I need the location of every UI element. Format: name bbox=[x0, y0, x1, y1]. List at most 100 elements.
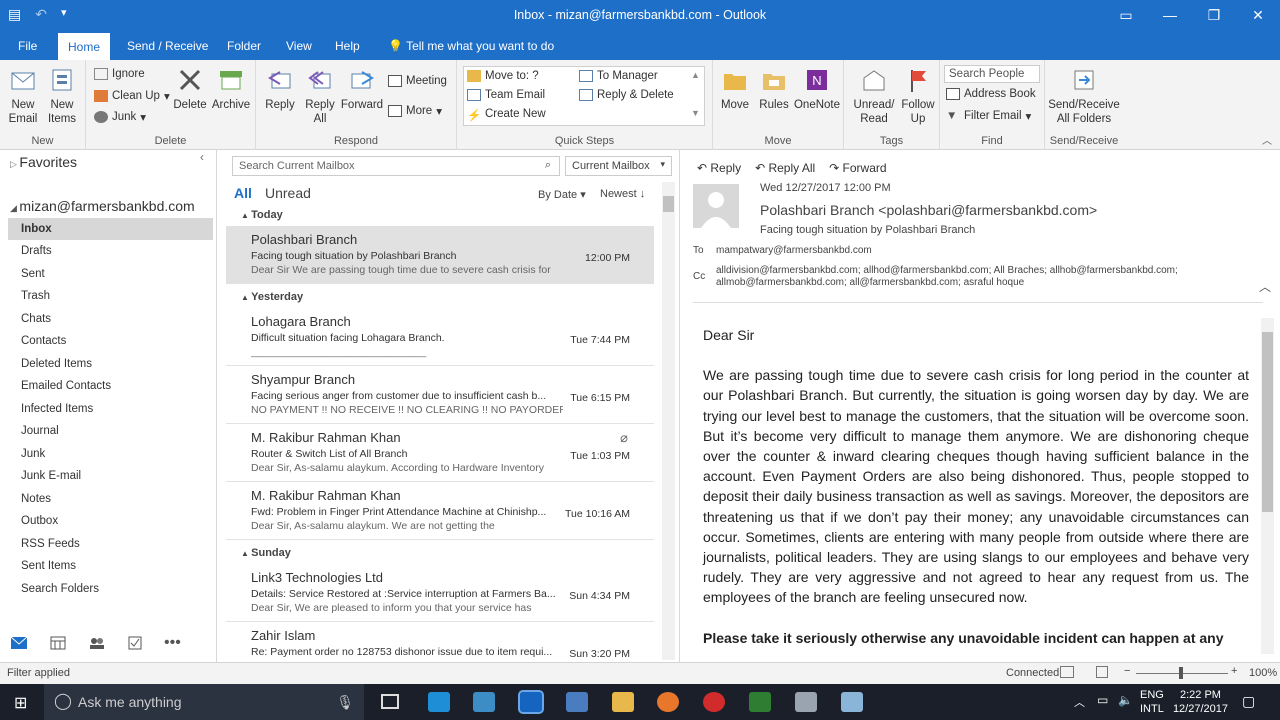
folder-emailed-contacts[interactable]: Emailed Contacts bbox=[8, 375, 213, 397]
zoom-out-icon[interactable]: − bbox=[1124, 665, 1130, 677]
to-recipients[interactable]: mampatwary@farmersbankbd.com bbox=[716, 245, 872, 256]
close-button[interactable]: ✕ bbox=[1236, 0, 1280, 30]
store-icon[interactable] bbox=[473, 692, 495, 712]
folder-notes[interactable]: Notes bbox=[8, 488, 213, 510]
junk-button[interactable]: Junk ▾ bbox=[94, 110, 146, 124]
folder-deleted-items[interactable]: Deleted Items bbox=[8, 353, 213, 375]
message-sender[interactable]: Polashbari Branch <polashbari@farmersban… bbox=[760, 202, 1097, 218]
outlook-taskbar-icon[interactable] bbox=[518, 690, 544, 714]
calendar-nav-icon[interactable] bbox=[50, 636, 66, 650]
follow-up-button[interactable]: Follow Up bbox=[898, 66, 938, 126]
zoom-in-icon[interactable]: + bbox=[1231, 665, 1237, 677]
quick-step-create-new[interactable]: ⚡ Create New bbox=[467, 108, 546, 122]
reading-reply-all-button[interactable]: ↶ Reply All bbox=[755, 161, 815, 175]
search-current-mailbox-input[interactable]: Search Current Mailbox ⌕ bbox=[232, 156, 560, 176]
tasks-icon[interactable] bbox=[128, 636, 142, 650]
mail-item[interactable]: M. Rakibur Rahman Khan Router & Switch L… bbox=[226, 424, 654, 482]
mail-icon[interactable] bbox=[10, 636, 28, 650]
ignore-button[interactable]: Ignore bbox=[94, 68, 145, 80]
ribbon-display-options-icon[interactable]: ▭ bbox=[1104, 0, 1148, 30]
reading-reply-button[interactable]: ↶ Reply bbox=[697, 161, 741, 175]
message-list-scrollbar[interactable] bbox=[662, 182, 675, 660]
task-view-icon[interactable] bbox=[381, 694, 399, 709]
collapse-header-icon[interactable]: ︿ bbox=[1259, 278, 1271, 295]
mail-item[interactable]: Polashbari Branch Facing tough situation… bbox=[226, 226, 654, 284]
folder-infected-items[interactable]: Infected Items bbox=[8, 398, 213, 420]
quick-step-move-to[interactable]: Move to: ? bbox=[467, 70, 539, 82]
meeting-button[interactable]: Meeting bbox=[388, 75, 447, 87]
scrollbar-thumb[interactable] bbox=[1262, 332, 1273, 512]
mail-item[interactable]: Zahir Islam Re: Payment order no 128753 … bbox=[226, 622, 654, 662]
rules-button[interactable]: Rules bbox=[757, 66, 791, 112]
collapse-folder-pane-icon[interactable]: ‹ bbox=[200, 152, 204, 164]
collapse-ribbon-icon[interactable]: ︿ bbox=[1262, 132, 1272, 147]
folder-trash[interactable]: Trash bbox=[8, 285, 213, 307]
quick-steps-scroll-up-icon[interactable]: ▲ bbox=[691, 70, 700, 80]
send-receive-all-button[interactable]: Send/Receive All Folders bbox=[1047, 66, 1121, 126]
media-app-icon[interactable] bbox=[795, 692, 817, 712]
tab-file[interactable]: File bbox=[8, 30, 47, 60]
folder-inbox[interactable]: Inbox bbox=[8, 218, 213, 240]
quick-step-reply-delete[interactable]: Reply & Delete bbox=[579, 89, 674, 101]
filter-all[interactable]: All bbox=[234, 185, 252, 201]
minimize-button[interactable]: — bbox=[1148, 0, 1192, 30]
folder-sent[interactable]: Sent bbox=[8, 263, 213, 285]
mail-item[interactable]: Link3 Technologies Ltd Details: Service … bbox=[226, 564, 654, 622]
restore-button[interactable]: ❐ bbox=[1192, 0, 1236, 30]
reading-view-icon[interactable] bbox=[1096, 666, 1108, 678]
mail-item[interactable]: Shyampur Branch Facing serious anger fro… bbox=[226, 366, 654, 424]
quick-steps-expand-icon[interactable]: ▼ bbox=[691, 108, 700, 118]
folder-rss-feeds[interactable]: RSS Feeds bbox=[8, 533, 213, 555]
archive-button[interactable]: Archive bbox=[210, 66, 252, 112]
reply-all-button[interactable]: Reply All bbox=[300, 66, 340, 126]
search-scope-dropdown[interactable]: Current Mailbox ▾ bbox=[565, 156, 672, 176]
tab-view[interactable]: View bbox=[276, 30, 322, 60]
reply-button[interactable]: Reply bbox=[262, 66, 298, 112]
delete-button[interactable]: Delete bbox=[172, 66, 208, 112]
opera-icon[interactable] bbox=[703, 692, 725, 712]
favorites-header[interactable]: ▷ Favorites bbox=[10, 154, 77, 170]
folder-sent-items[interactable]: Sent Items bbox=[8, 555, 213, 577]
quick-step-team-email[interactable]: Team Email bbox=[467, 89, 545, 101]
folder-chats[interactable]: Chats bbox=[8, 308, 213, 330]
cortana-search-box[interactable]: ◯ Ask me anything 🎙 bbox=[44, 684, 364, 720]
normal-view-icon[interactable] bbox=[1060, 666, 1074, 678]
tray-overflow-icon[interactable]: ︿ bbox=[1074, 694, 1085, 710]
filter-unread[interactable]: Unread bbox=[265, 185, 311, 201]
windows-start-icon[interactable]: ⊞ bbox=[14, 693, 27, 713]
microphone-icon[interactable]: 🎙 bbox=[336, 684, 354, 720]
new-items-button[interactable]: New Items bbox=[44, 66, 80, 126]
taskbar-clock[interactable]: 2:22 PM 12/27/2017 bbox=[1173, 688, 1228, 716]
tab-folder[interactable]: Folder bbox=[217, 30, 271, 60]
onenote-button[interactable]: N OneNote bbox=[793, 66, 841, 112]
tab-home[interactable]: Home bbox=[58, 33, 111, 60]
cc-recipients-line2[interactable]: allmob@farmersbankbd.com; all@farmersban… bbox=[716, 277, 1024, 288]
cc-recipients-line1[interactable]: alldivision@farmersbankbd.com; allhod@fa… bbox=[716, 265, 1178, 276]
account-header[interactable]: ◢ mizan@farmersbankbd.com bbox=[10, 198, 195, 214]
new-email-button[interactable]: New Email bbox=[6, 66, 40, 126]
network-tray-icon[interactable]: ▭ bbox=[1097, 693, 1108, 707]
folder-junk-email[interactable]: Junk E-mail bbox=[8, 465, 213, 487]
quick-step-to-manager[interactable]: To Manager bbox=[579, 70, 658, 82]
group-header-yesterday[interactable]: ▲ Yesterday bbox=[226, 288, 654, 306]
action-center-icon[interactable]: ▢ bbox=[1242, 693, 1255, 710]
notes-app-icon[interactable] bbox=[841, 692, 863, 712]
network-app-icon[interactable] bbox=[566, 692, 588, 712]
tell-me-box[interactable]: 💡 Tell me what you want to do bbox=[378, 30, 564, 60]
firefox-icon[interactable] bbox=[657, 692, 679, 712]
group-header-sunday[interactable]: ▲ Sunday bbox=[226, 544, 654, 562]
dreamweaver-icon[interactable] bbox=[749, 692, 771, 712]
filter-email-button[interactable]: ▼ Filter Email ▾ bbox=[946, 109, 1031, 123]
volume-icon[interactable]: 🔈 bbox=[1118, 693, 1133, 707]
sort-order-toggle[interactable]: Newest ↓ bbox=[600, 188, 645, 200]
language-indicator[interactable]: ENG INTL bbox=[1140, 688, 1164, 716]
forward-button[interactable]: Forward bbox=[340, 66, 384, 112]
more-modules-icon[interactable]: ••• bbox=[164, 634, 181, 652]
search-icon[interactable]: ⌕ bbox=[545, 159, 551, 172]
tab-help[interactable]: Help bbox=[325, 30, 370, 60]
folder-drafts[interactable]: Drafts bbox=[8, 240, 213, 262]
people-icon[interactable] bbox=[88, 636, 106, 650]
file-explorer-icon[interactable] bbox=[612, 692, 634, 712]
edge-browser-icon[interactable] bbox=[428, 692, 450, 712]
unread-read-button[interactable]: Unread/ Read bbox=[850, 66, 898, 126]
